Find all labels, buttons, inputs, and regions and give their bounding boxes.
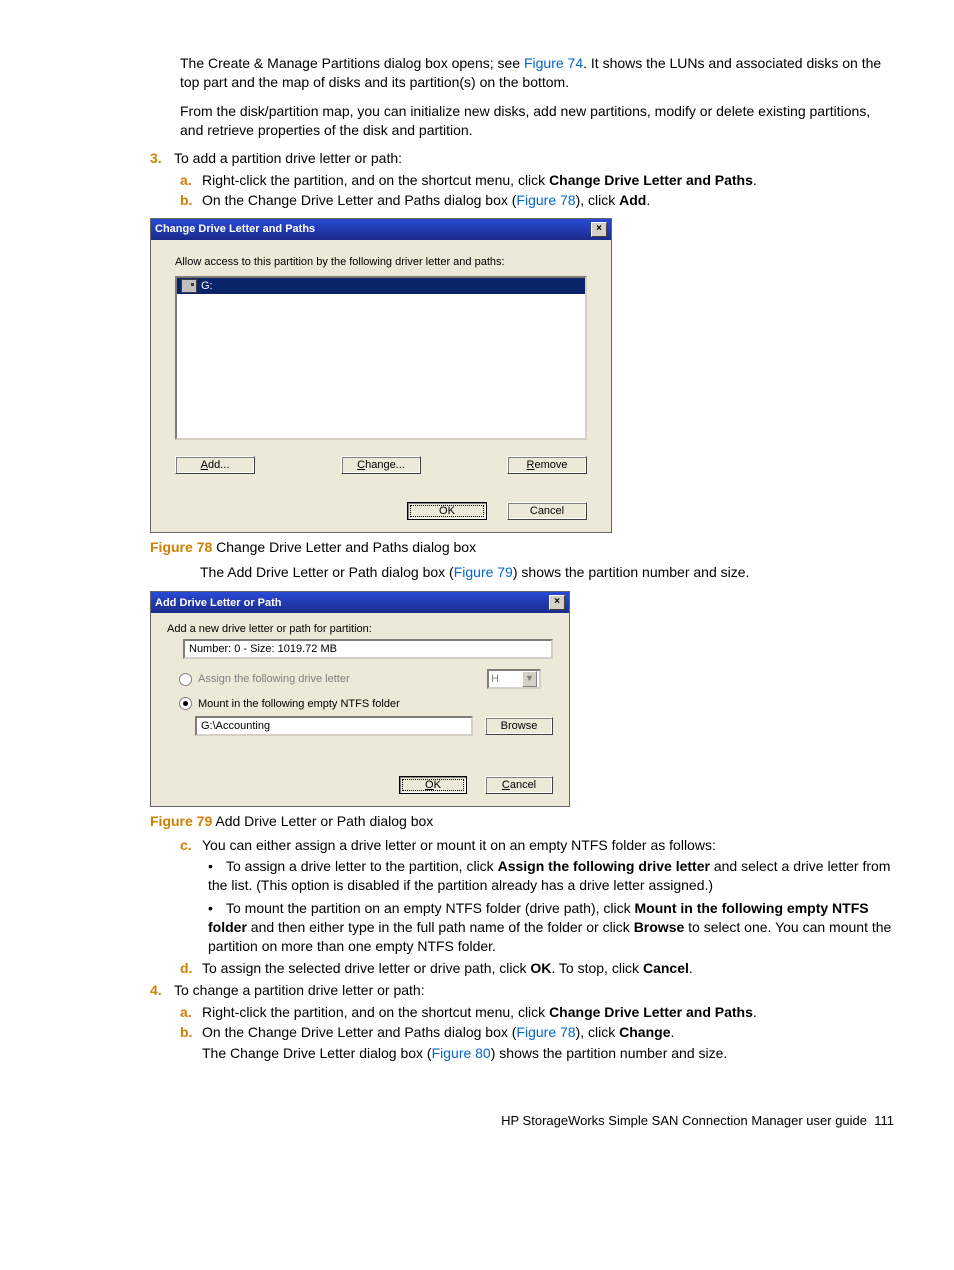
browse-button[interactable]: Browse <box>485 717 553 735</box>
assign-letter-radio[interactable] <box>179 673 192 686</box>
figure-78-caption: Figure 78 Change Drive Letter and Paths … <box>150 539 894 555</box>
ok-button[interactable]: OK <box>407 502 487 520</box>
drive-list-item[interactable]: G: <box>177 278 585 294</box>
remove-button[interactable]: Remove <box>507 456 587 474</box>
step-3b: b.On the Change Drive Letter and Paths d… <box>180 192 894 208</box>
assign-letter-label: Assign the following drive letter <box>198 673 350 685</box>
chevron-down-icon: ▼ <box>522 671 537 687</box>
figure-79-caption: Figure 79 Add Drive Letter or Path dialo… <box>150 813 894 829</box>
step-4-after: The Change Drive Letter dialog box (Figu… <box>202 1044 894 1063</box>
step-3c: c.You can either assign a drive letter o… <box>180 837 894 853</box>
add-button[interactable]: Add... <box>175 456 255 474</box>
intro-para-1: The Create & Manage Partitions dialog bo… <box>180 54 894 92</box>
dialog-title: Change Drive Letter and Paths <box>155 223 315 235</box>
step-4a: a.Right-click the partition, and on the … <box>180 1004 894 1020</box>
step-3a: a.Right-click the partition, and on the … <box>180 172 894 188</box>
drive-icon <box>181 279 197 293</box>
step-4: 4.To change a partition drive letter or … <box>150 982 894 998</box>
mount-folder-radio[interactable] <box>179 697 192 710</box>
dialog-titlebar: Add Drive Letter or Path × <box>151 592 569 613</box>
figure-78-link-2[interactable]: Figure 78 <box>516 1024 575 1040</box>
ok-button[interactable]: OK <box>399 776 467 794</box>
close-icon[interactable]: × <box>591 222 607 237</box>
step-4b: b.On the Change Drive Letter and Paths d… <box>180 1024 894 1040</box>
add-drive-letter-dialog: Add Drive Letter or Path × Add a new dri… <box>150 591 570 807</box>
dialog-instruction: Add a new drive letter or path for parti… <box>167 623 553 635</box>
change-button[interactable]: Change... <box>341 456 421 474</box>
dialog-title: Add Drive Letter or Path <box>155 597 282 609</box>
figure-78-link[interactable]: Figure 78 <box>516 192 575 208</box>
close-icon[interactable]: × <box>549 595 565 610</box>
dialog-instruction: Allow access to this partition by the fo… <box>175 256 587 268</box>
cancel-button[interactable]: Cancel <box>507 502 587 520</box>
figure-79-link[interactable]: Figure 79 <box>454 564 513 580</box>
mount-folder-label: Mount in the following empty NTFS folder <box>198 698 400 710</box>
partition-info-field: Number: 0 - Size: 1019.72 MB <box>183 639 553 659</box>
cancel-button[interactable]: Cancel <box>485 776 553 794</box>
dialog-titlebar: Change Drive Letter and Paths × <box>151 219 611 240</box>
figure-80-link[interactable]: Figure 80 <box>432 1045 491 1061</box>
change-drive-letter-dialog: Change Drive Letter and Paths × Allow ac… <box>150 218 612 533</box>
bullet-mount: •To mount the partition on an empty NTFS… <box>208 899 894 956</box>
step-3d: d.To assign the selected drive letter or… <box>180 960 894 976</box>
page-footer: HP StorageWorks Simple SAN Connection Ma… <box>150 1113 894 1128</box>
bullet-assign: •To assign a drive letter to the partiti… <box>208 857 894 895</box>
drive-letter-select[interactable]: H ▼ <box>487 669 541 689</box>
figure-74-link[interactable]: Figure 74 <box>524 55 583 71</box>
intro-para-2: From the disk/partition map, you can ini… <box>180 102 894 140</box>
step-3: 3.To add a partition drive letter or pat… <box>150 150 894 166</box>
mid-para: The Add Drive Letter or Path dialog box … <box>200 563 894 582</box>
drive-listbox[interactable]: G: <box>175 276 587 440</box>
folder-path-input[interactable]: G:\Accounting <box>195 716 473 736</box>
